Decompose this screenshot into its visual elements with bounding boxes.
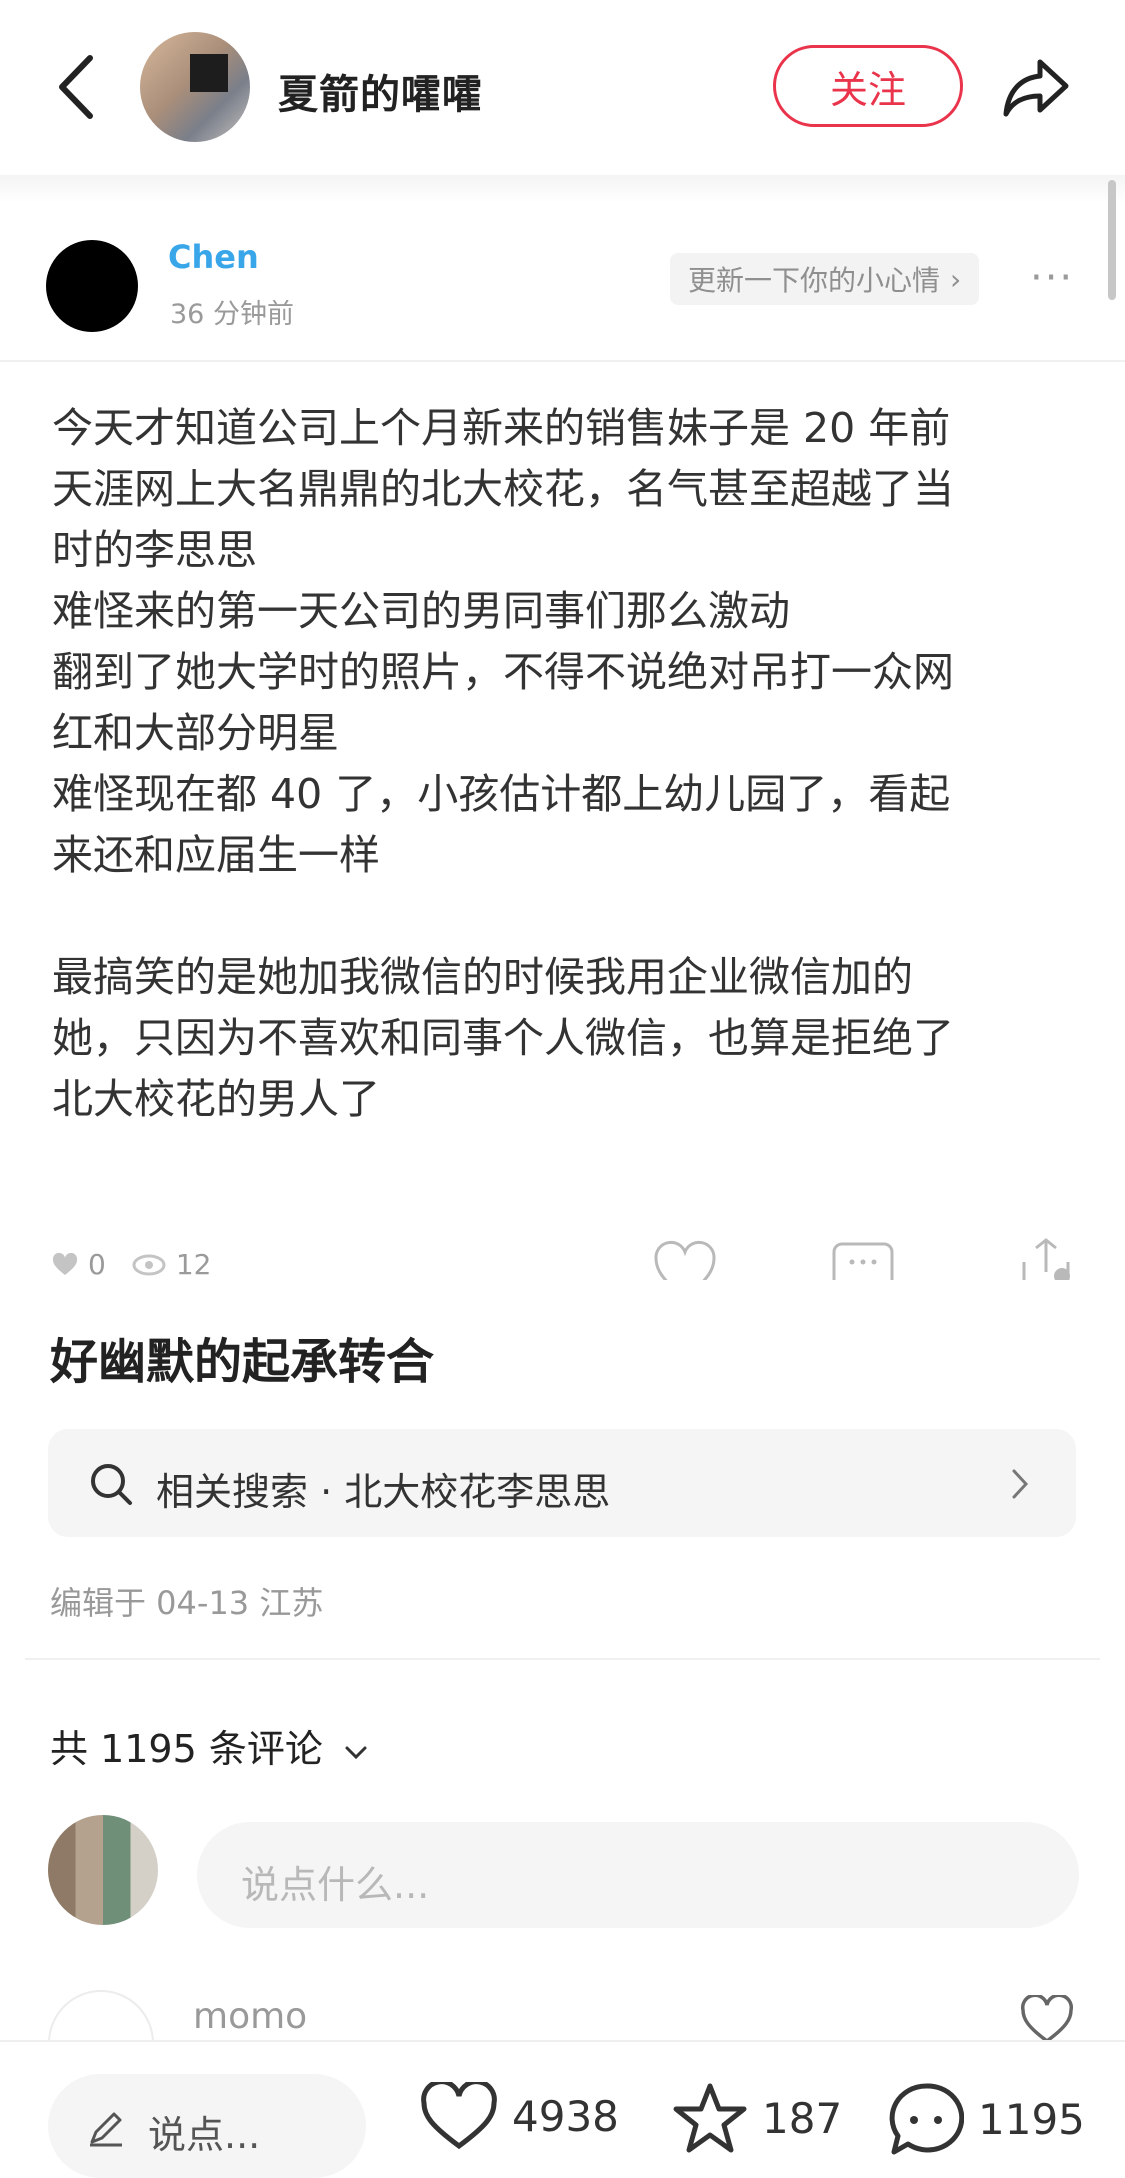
post-comment-icon <box>832 1242 894 1280</box>
star-icon <box>673 2083 747 2153</box>
divider <box>0 360 1125 362</box>
chevron-right-icon: › <box>950 262 962 296</box>
search-icon <box>91 1464 132 1505</box>
related-search-text: 相关搜索 · 北大校花李思思 <box>156 1470 611 1514</box>
post-time: 36 分钟前 <box>170 299 294 330</box>
comment-input[interactable]: 说点什么... <box>197 1822 1079 1928</box>
chevron-down-icon <box>345 1746 367 1760</box>
related-search-bar[interactable]: 相关搜索 · 北大校花李思思 <box>48 1429 1076 1537</box>
pencil-icon <box>90 2112 122 2147</box>
divider <box>25 1658 1100 1660</box>
say-something-button[interactable]: 说点... <box>48 2074 366 2178</box>
eye-icon <box>132 1254 166 1275</box>
author-avatar[interactable] <box>140 32 250 142</box>
heart-icon <box>421 2082 497 2150</box>
follow-button[interactable]: 关注 <box>773 45 963 127</box>
post-like-count: 0 <box>88 1248 106 1281</box>
note-title: 好幽默的起承转合 <box>50 1334 435 1390</box>
more-icon: ··· <box>1030 255 1075 301</box>
image-top-edge <box>0 175 1125 203</box>
bottom-bar: 说点... 4938 187 1195 <box>0 2040 1125 2178</box>
chevron-right-icon <box>1012 1469 1029 1499</box>
comment-count-label: 共 1195 条评论 <box>50 1727 323 1771</box>
post-view-count: 12 <box>175 1248 212 1281</box>
author-name[interactable]: 夏箭的嚯嚯 <box>278 62 483 120</box>
mood-chip: 更新一下你的小心情 › <box>670 253 980 305</box>
comment-like-icon[interactable] <box>1020 1995 1074 2045</box>
post-body: 今天才知道公司上个月新来的销售妹子是 20 年前 天涯网上大名鼎鼎的北大校花，名… <box>52 404 954 1123</box>
post-user-name: Chen <box>168 238 259 276</box>
heart-small-icon <box>52 1252 78 1275</box>
commenter-name[interactable]: momo <box>193 1996 307 2037</box>
top-bar: 夏箭的嚯嚯 关注 <box>0 0 1125 175</box>
like-count: 4938 <box>512 2091 619 2141</box>
comment-total: 1195 <box>978 2094 1085 2144</box>
edit-info: 编辑于 04-13 江苏 <box>50 1584 324 1622</box>
post-stats: 0 12 <box>52 1248 211 1281</box>
post-share-icon <box>1022 1238 1070 1280</box>
mood-label: 更新一下你的小心情 <box>688 264 941 297</box>
like-button[interactable]: 4938 <box>420 2082 619 2150</box>
post-user-avatar <box>46 240 138 332</box>
comment-count-sort[interactable]: 共 1195 条评论 <box>50 1718 369 1773</box>
share-icon[interactable] <box>1000 52 1072 124</box>
my-avatar <box>48 1815 158 1925</box>
comment-bubble-icon <box>889 2083 964 2155</box>
back-icon[interactable] <box>50 52 110 122</box>
post-heart-icon <box>654 1240 716 1280</box>
comment-placeholder: 说点什么... <box>241 1863 430 1907</box>
say-something-label: 说点... <box>148 2113 261 2157</box>
comment-button[interactable]: 1195 <box>888 2082 1085 2156</box>
favorite-count: 187 <box>762 2093 843 2143</box>
favorite-button[interactable]: 187 <box>672 2082 842 2154</box>
scrollbar <box>1108 180 1116 300</box>
